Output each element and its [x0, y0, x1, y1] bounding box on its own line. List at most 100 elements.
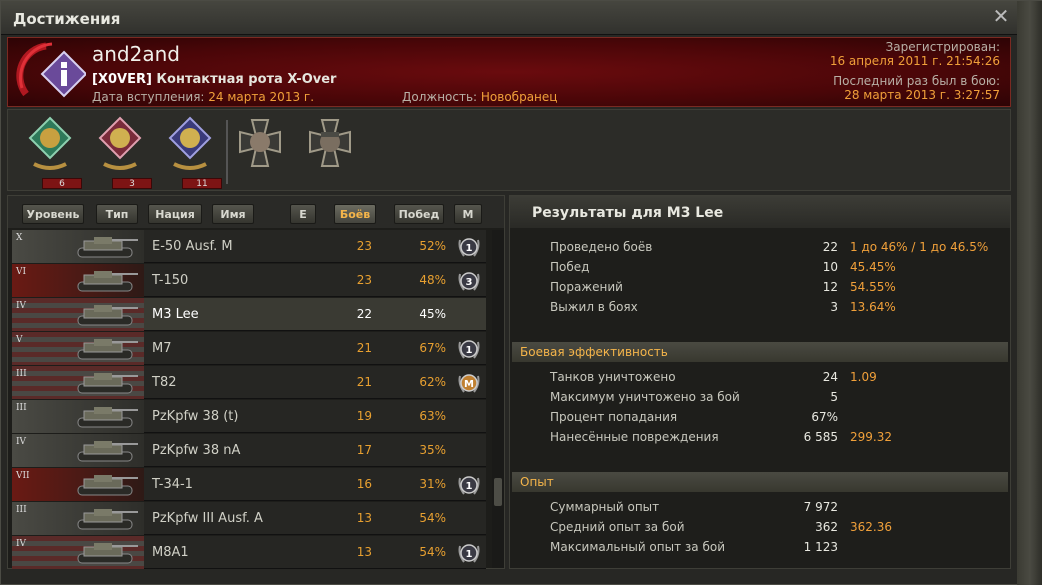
player-header: and2and [X0VER] Контактная рота X-Over Д…	[7, 37, 1011, 107]
stat-extra: 13.64%	[850, 300, 896, 314]
sort-tier-button[interactable]: Уровень	[22, 204, 84, 224]
stat-row: Процент попадания 67%	[550, 408, 1000, 428]
vehicle-battles: 19	[356, 409, 372, 423]
efficiency-section-header: Боевая эффективность	[512, 342, 1008, 362]
results-title-bar: Результаты для M3 Lee	[510, 196, 1010, 228]
stat-label: Нанесённые повреждения	[550, 430, 719, 444]
vehicle-row[interactable]: V M7 21 67% 1	[12, 332, 486, 365]
medal-separator	[226, 120, 228, 184]
vehicle-name: T82	[152, 375, 177, 390]
mastery-badge-icon: 3	[456, 268, 482, 294]
stat-row: Максимум уничтожено за бой 5	[550, 388, 1000, 408]
stat-value: 5	[830, 390, 838, 404]
registered-label: Зарегистрирован:	[885, 40, 1000, 54]
vehicle-name: E-50 Ausf. M	[152, 239, 233, 254]
experience-section-header: Опыт	[512, 472, 1008, 492]
stat-value: 12	[822, 280, 838, 294]
vehicle-tier: IV	[16, 539, 27, 549]
clan-role-label: Должность:	[402, 90, 481, 104]
medal-blue-icon[interactable]: 11	[164, 114, 224, 189]
svg-text:1: 1	[466, 549, 473, 560]
medal-red-icon[interactable]: 3	[94, 114, 154, 189]
vehicle-row[interactable]: VII T-34-1 16 31% 1	[12, 468, 486, 501]
sort-wins-button[interactable]: Побед	[394, 204, 444, 224]
mastery-badge-icon: 1	[456, 540, 482, 566]
window-frame-edge	[1017, 1, 1042, 585]
scrollbar-thumb[interactable]	[494, 478, 502, 506]
vehicle-row[interactable]: IV PzKpfw 38 nA 17 35%	[12, 434, 486, 467]
tank-icon	[77, 441, 138, 462]
stat-row: Средний опыт за бой 362 362.36	[550, 518, 1000, 538]
vehicle-name: PzKpfw 38 nA	[152, 443, 241, 458]
stat-value: 24	[822, 370, 838, 384]
stat-row: Поражений 12 54.55%	[550, 278, 1000, 298]
svg-text:3: 3	[466, 277, 473, 288]
iron-cross-portrait-icon[interactable]	[230, 114, 290, 188]
vehicle-list-scrollbar[interactable]	[492, 230, 504, 568]
vehicle-row[interactable]: X E-50 Ausf. M 23 52% 1	[12, 230, 486, 263]
stat-label: Максимум уничтожено за бой	[550, 390, 740, 404]
last-battle-label: Последний раз был в бою:	[833, 74, 1000, 88]
close-icon[interactable]: ✕	[989, 5, 1013, 27]
vehicle-name: T-34-1	[152, 477, 193, 492]
stat-label: Поражений	[550, 280, 623, 294]
clan-name: Контактная рота X-Over	[151, 72, 337, 87]
vehicle-tier: III	[16, 403, 27, 413]
medal-count: 11	[182, 178, 222, 189]
last-battle-value: 28 марта 2013 г. 3:27:57	[844, 88, 1000, 102]
nation-flag: IV	[12, 434, 144, 467]
vehicle-row[interactable]: IV M8A1 13 54% 1	[12, 536, 486, 569]
join-date-value: 24 марта 2013 г.	[208, 90, 315, 104]
vehicle-tier: VI	[16, 267, 27, 277]
stat-extra: 362.36	[850, 520, 892, 534]
vehicle-row[interactable]: VI T-150 23 48% 3	[12, 264, 486, 297]
nation-flag: V	[12, 332, 144, 365]
medal-green-icon[interactable]: 6	[24, 114, 84, 189]
vehicle-name: M3 Lee	[152, 307, 199, 322]
nation-flag: VI	[12, 264, 144, 297]
vehicle-win-rate: 45%	[419, 307, 446, 321]
clan-info[interactable]: [X0VER] Контактная рота X-Over	[92, 72, 336, 87]
stat-extra: 1.09	[850, 370, 877, 384]
achievements-window: Достижения ✕ and2and [X0VER] Контактная …	[0, 0, 1042, 585]
vehicle-row[interactable]: III T82 21 62% M	[12, 366, 486, 399]
sort-mastery-button[interactable]: М	[454, 204, 482, 224]
registration-info: Зарегистрирован: 16 апреля 2011 г. 21:54…	[830, 40, 1000, 102]
mastery-badge-icon: M	[456, 370, 482, 396]
medal-count: 3	[112, 178, 152, 189]
sort-nation-button[interactable]: Нация	[148, 204, 202, 224]
title-bar: Достижения ✕	[1, 1, 1017, 35]
tank-icon	[77, 373, 138, 394]
vehicle-battles: 23	[356, 239, 372, 253]
stat-label: Максимальный опыт за бой	[550, 540, 725, 554]
vehicle-name: PzKpfw III Ausf. A	[152, 511, 263, 526]
stat-label: Побед	[550, 260, 590, 274]
nation-flag: III	[12, 400, 144, 433]
svg-text:M: M	[464, 379, 474, 390]
join-date-label: Дата вступления:	[92, 90, 209, 104]
mastery-badge-icon: 1	[456, 336, 482, 362]
iron-cross-portrait-cap-icon[interactable]	[300, 114, 360, 188]
vehicle-row[interactable]: III PzKpfw III Ausf. A 13 54%	[12, 502, 486, 535]
sort-type-button[interactable]: Тип	[96, 204, 138, 224]
nation-flag: III	[12, 502, 144, 535]
tank-icon	[77, 271, 138, 292]
stat-row: Максимальный опыт за бой 1 123	[550, 538, 1000, 558]
tank-icon	[77, 305, 138, 326]
vehicle-battles: 21	[356, 375, 372, 389]
stat-row: Нанесённые повреждения 6 585 299.32	[550, 428, 1000, 448]
stat-label: Танков уничтожено	[550, 370, 676, 384]
sort-name-button[interactable]: Имя	[212, 204, 254, 224]
vehicle-battles: 13	[356, 545, 372, 559]
vehicle-tier: VII	[16, 471, 30, 481]
sort-elite-button[interactable]: E	[290, 204, 316, 224]
sort-battles-button[interactable]: Боёв	[334, 204, 376, 224]
vehicle-win-rate: 48%	[419, 273, 446, 287]
nation-flag: X	[12, 230, 144, 263]
vehicle-row[interactable]: III PzKpfw 38 (t) 19 63%	[12, 400, 486, 433]
stat-row: Проведено боёв 22 1 до 46% / 1 до 46.5%	[550, 238, 1000, 258]
vehicle-row[interactable]: IV M3 Lee 22 45%	[12, 298, 486, 331]
vehicle-win-rate: 67%	[419, 341, 446, 355]
stat-extra: 1 до 46% / 1 до 46.5%	[850, 240, 989, 254]
clan-role-value: Новобранец	[480, 90, 558, 104]
